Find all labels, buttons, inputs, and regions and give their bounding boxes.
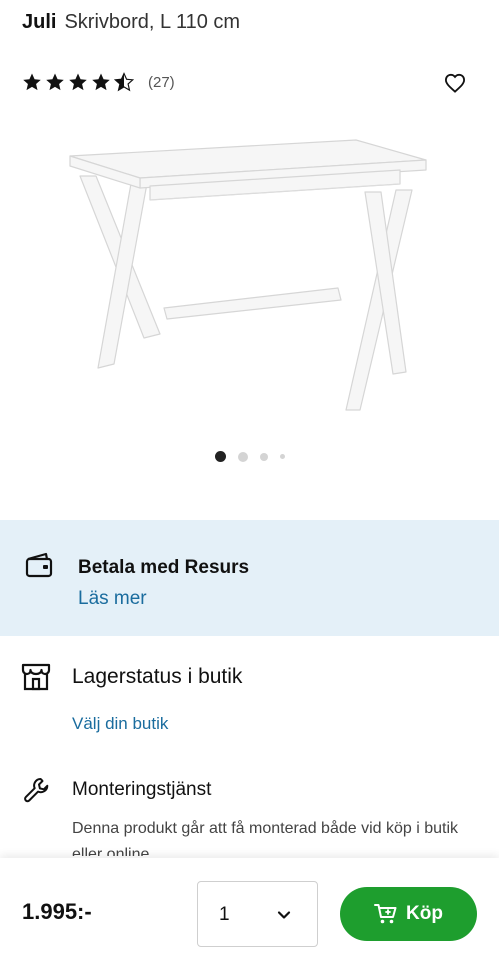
wallet-icon — [25, 552, 53, 578]
choose-store-link[interactable]: Välj din butik — [72, 714, 168, 734]
star-half-icon — [114, 72, 134, 92]
star-full-icon — [69, 73, 87, 91]
product-brand: Juli — [22, 11, 57, 33]
mounting-service-title: Monteringstjänst — [72, 779, 212, 800]
mounting-service-description: Denna produkt går att få monterad både v… — [72, 820, 459, 856]
buy-button[interactable]: Köp — [340, 887, 477, 941]
product-image[interactable] — [60, 128, 440, 428]
star-full-icon — [46, 73, 64, 91]
wrench-icon — [24, 778, 49, 803]
rating[interactable]: (27) — [22, 70, 175, 94]
resurs-payment-banner: Betala med Resurs Läs mer — [0, 520, 499, 636]
image-carousel-indicator[interactable] — [0, 451, 499, 462]
quantity-select[interactable]: 1 — [197, 881, 318, 947]
stock-status-title: Lagerstatus i butik — [72, 665, 243, 688]
resurs-title: Betala med Resurs — [78, 557, 250, 578]
heart-icon — [444, 73, 466, 93]
product-title: Juli Skrivbord, L 110 cm — [22, 8, 240, 36]
carousel-dot[interactable] — [214, 451, 226, 462]
store-icon — [21, 663, 51, 691]
cart-icon — [374, 904, 397, 924]
favorite-button[interactable] — [442, 70, 468, 96]
carousel-dot[interactable] — [279, 454, 285, 459]
star-full-icon — [92, 73, 110, 91]
review-count: (27) — [148, 73, 175, 91]
purchase-bar: 1.995:- 1 Köp — [0, 858, 499, 960]
carousel-dot[interactable] — [237, 451, 248, 462]
buy-button-label: Köp — [406, 903, 443, 924]
quantity-value: 1 — [219, 904, 230, 925]
carousel-dot[interactable] — [259, 452, 268, 461]
product-name: Skrivbord, L 110 cm — [64, 11, 241, 33]
star-rating — [22, 72, 134, 92]
chevron-down-icon — [277, 911, 291, 919]
star-full-icon — [23, 73, 41, 91]
price: 1.995:- — [22, 899, 92, 924]
read-more-link[interactable]: Läs mer — [78, 588, 147, 610]
